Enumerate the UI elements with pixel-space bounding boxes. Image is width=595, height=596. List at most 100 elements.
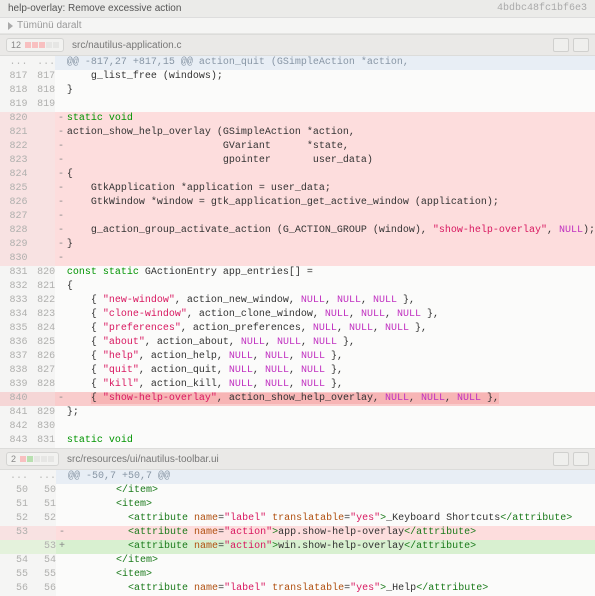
diff-line[interactable]: 834823 { "clone-window", action_clone_wi… (0, 308, 595, 322)
diff-line[interactable]: 825- GtkApplication *application = user_… (0, 182, 595, 196)
line-num-new: 827 (28, 364, 56, 378)
diff-sign (55, 266, 67, 280)
diff-line[interactable]: 833822 { "new-window", action_new_window… (0, 294, 595, 308)
diff-line[interactable]: 830- (0, 252, 595, 266)
collapse-all[interactable]: Tümünü daralt (0, 18, 595, 34)
diff-line[interactable]: 841829 }; (0, 406, 595, 420)
hunk-label: @@ -50,7 +50,7 @@ (68, 470, 595, 484)
code-cell (67, 210, 595, 224)
diff-sign (55, 434, 67, 448)
code-cell: { "quit", action_quit, NULL, NULL, NULL … (67, 364, 595, 378)
diff-sign: - (56, 526, 68, 540)
diff-sign (55, 280, 67, 294)
view-file-button[interactable] (573, 452, 589, 466)
file-path[interactable]: src/nautilus-application.c (72, 40, 553, 51)
diff-sign (55, 308, 67, 322)
line-num-old: 817 (0, 70, 28, 84)
diff-line[interactable]: 5050 </item> (0, 484, 595, 498)
file-header[interactable]: 2 src/resources/ui/nautilus-toolbar.ui (0, 448, 595, 470)
line-num-new: 823 (28, 308, 56, 322)
diff-sign (55, 322, 67, 336)
hunk-header: ......@@ -817,27 +817,15 @@ action_quit … (0, 56, 595, 70)
line-num-old: 842 (0, 420, 28, 434)
line-num-old (0, 540, 28, 554)
line-num-new (28, 168, 56, 182)
line-num-new: 819 (28, 98, 56, 112)
diff-sign: - (55, 126, 67, 140)
diff-line[interactable]: 5555 <item> (0, 568, 595, 582)
code-cell: <attribute name="action">win.show-help-o… (68, 540, 595, 554)
copy-path-button[interactable] (553, 452, 569, 466)
file-header[interactable]: 12 src/nautilus-application.c (0, 34, 595, 56)
diff-line[interactable]: 827- (0, 210, 595, 224)
line-num-old: 835 (0, 322, 28, 336)
diff-line[interactable]: 839828 { "kill", action_kill, NULL, NULL… (0, 378, 595, 392)
del-square-icon (32, 42, 38, 48)
diff-line[interactable]: 831820 const static GActionEntry app_ent… (0, 266, 595, 280)
diff-line[interactable]: 826- GtkWindow *window = gtk_application… (0, 196, 595, 210)
code-cell: <attribute name="label" translatable="ye… (68, 512, 595, 526)
line-num-old: 825 (0, 182, 28, 196)
code-cell: GVariant *state, (67, 140, 595, 154)
diff-line[interactable]: 832821 { (0, 280, 595, 294)
diff-sign (56, 582, 68, 596)
code-cell: <attribute name="label" translatable="ye… (68, 582, 595, 596)
diff-line[interactable]: 828- g_action_group_activate_action (G_A… (0, 224, 595, 238)
line-num-new: 825 (28, 336, 56, 350)
diff-line[interactable]: 5252 <attribute name="label" translatabl… (0, 512, 595, 526)
line-num-old: 826 (0, 196, 28, 210)
diff-sign (56, 484, 68, 498)
diff-line[interactable]: 836825 { "about", action_about, NULL, NU… (0, 336, 595, 350)
hunk-label: @@ -817,27 +817,15 @@ action_quit (GSimp… (67, 56, 595, 70)
line-num-new (28, 126, 56, 140)
file-path[interactable]: src/resources/ui/nautilus-toolbar.ui (67, 454, 553, 465)
diff-line[interactable]: 820-static void (0, 112, 595, 126)
line-num-old: 824 (0, 168, 28, 182)
line-num-old: 843 (0, 434, 28, 448)
line-num-old: 834 (0, 308, 28, 322)
diff-line[interactable]: 840- { "show-help-overlay", action_show_… (0, 392, 595, 406)
line-num-new (28, 196, 56, 210)
line-num-new: 831 (28, 434, 56, 448)
line-num-new (28, 224, 56, 238)
diff-line[interactable]: 817817 g_list_free (windows); (0, 70, 595, 84)
code-cell: { "clone-window", action_clone_window, N… (67, 308, 595, 322)
del-square-icon (39, 42, 45, 48)
diff-line[interactable]: 821-action_show_help_overlay (GSimpleAct… (0, 126, 595, 140)
diff-sign (55, 420, 67, 434)
diff-line[interactable]: 5454 </item> (0, 554, 595, 568)
diff-line[interactable]: 829-} (0, 238, 595, 252)
diff-line[interactable]: 819819 (0, 98, 595, 112)
diff-line[interactable]: 838827 { "quit", action_quit, NULL, NULL… (0, 364, 595, 378)
view-file-button[interactable] (573, 38, 589, 52)
diff-line[interactable]: 53+ <attribute name="action">win.show-he… (0, 540, 595, 554)
diff-line[interactable]: 53- <attribute name="action">app.show-he… (0, 526, 595, 540)
diff-line[interactable]: 822- GVariant *state, (0, 140, 595, 154)
code-cell: static void (67, 434, 595, 448)
diff-line[interactable]: 823- gpointer user_data) (0, 154, 595, 168)
line-num-old: 820 (0, 112, 28, 126)
diff-line[interactable]: 843831 static void (0, 434, 595, 448)
line-num-old: 840 (0, 392, 28, 406)
diff-line[interactable]: 818818 } (0, 84, 595, 98)
code-cell: static void (67, 112, 595, 126)
add-square-icon (27, 456, 33, 462)
code-cell (67, 252, 595, 266)
diff-line[interactable]: 5151 <item> (0, 498, 595, 512)
diff-line[interactable]: 5656 <attribute name="label" translatabl… (0, 582, 595, 596)
line-num-new (28, 392, 56, 406)
code-cell: { "new-window", action_new_window, NULL,… (67, 294, 595, 308)
line-num-new: 53 (28, 540, 56, 554)
diff-sign (56, 498, 68, 512)
diff-line[interactable]: 824-{ (0, 168, 595, 182)
line-num-old: 837 (0, 350, 28, 364)
diff-line[interactable]: 837826 { "help", action_help, NULL, NULL… (0, 350, 595, 364)
diff-line[interactable]: 835824 { "preferences", action_preferenc… (0, 322, 595, 336)
code-cell: } (67, 238, 595, 252)
code-cell: { (67, 280, 595, 294)
code-cell: { "preferences", action_preferences, NUL… (67, 322, 595, 336)
diff-sign (56, 512, 68, 526)
copy-path-button[interactable] (553, 38, 569, 52)
diff-line[interactable]: 842830 (0, 420, 595, 434)
line-num-old: 50 (0, 484, 28, 498)
